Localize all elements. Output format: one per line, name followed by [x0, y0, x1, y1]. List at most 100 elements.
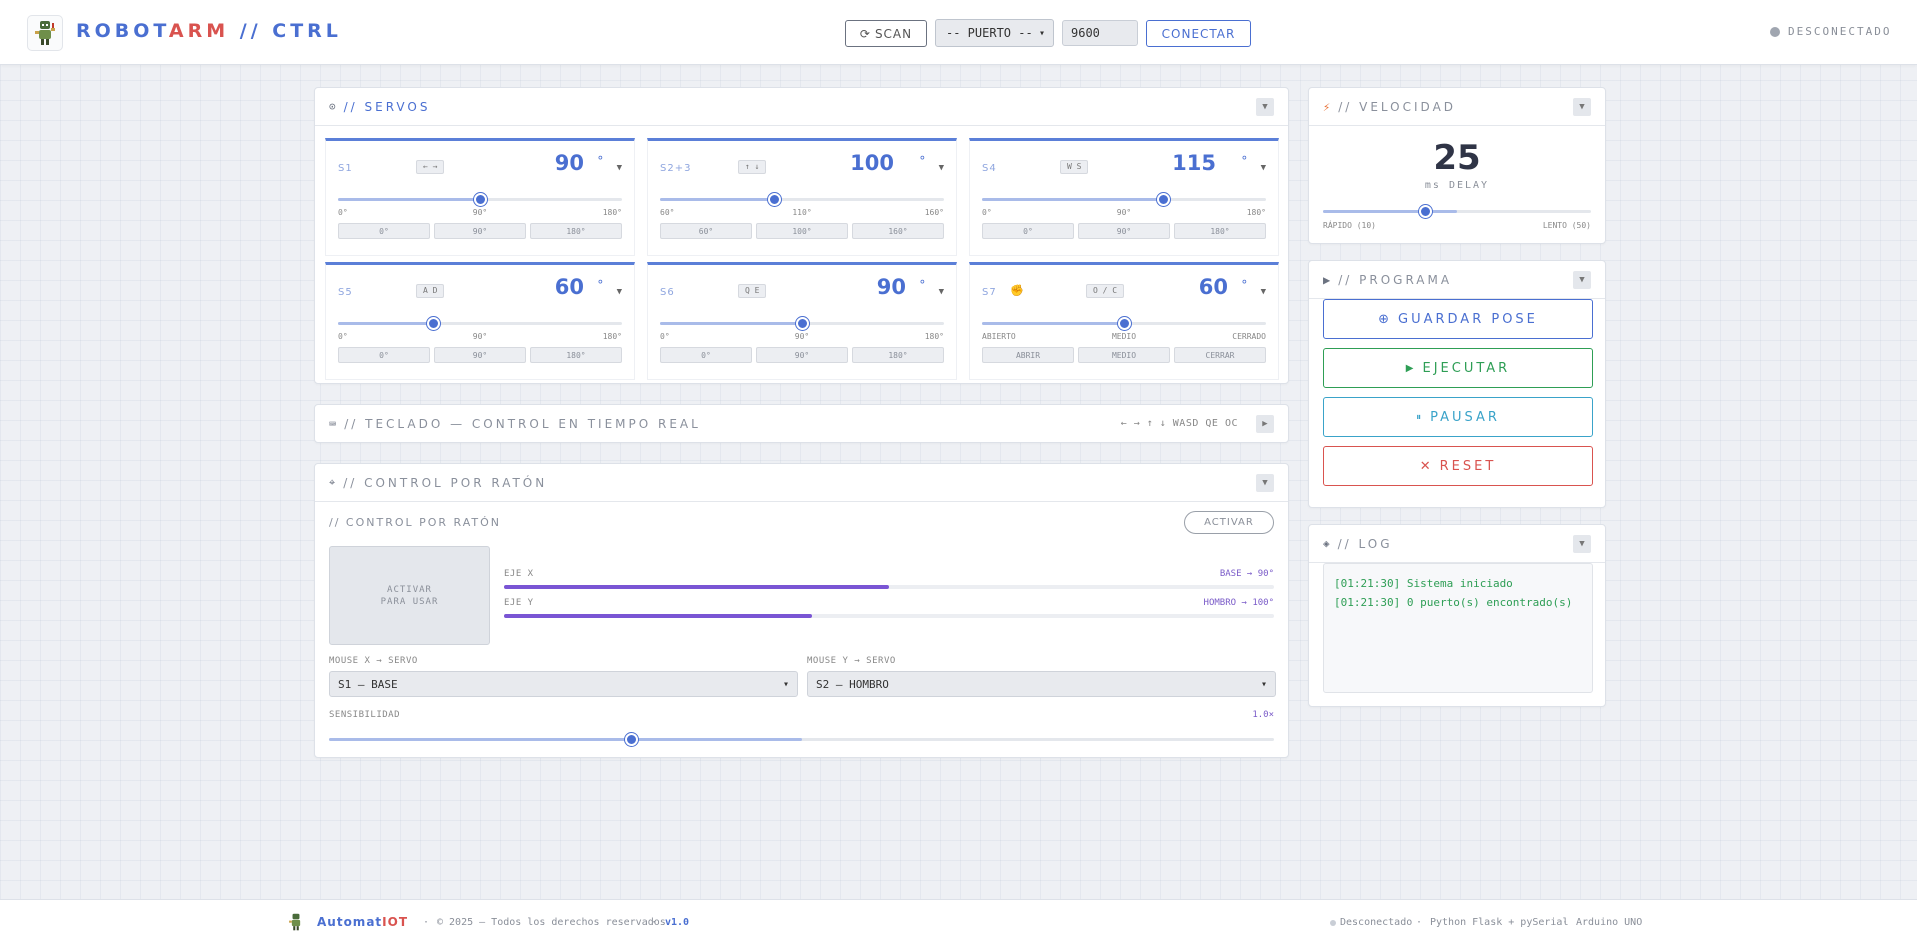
reset-button[interactable]: ✕ RESET — [1323, 446, 1593, 486]
servo-name: S6 — [660, 287, 675, 298]
baud-rate-input[interactable]: 9600 — [1062, 20, 1138, 46]
servo-slider-thumb[interactable] — [474, 193, 487, 206]
preset-button[interactable]: 100° — [756, 223, 848, 239]
preset-button[interactable]: MEDIO — [1078, 347, 1170, 363]
collapse-toggle-icon[interactable]: ▼ — [1256, 474, 1274, 492]
preset-button[interactable]: 180° — [852, 347, 944, 363]
save-pose-button[interactable]: ⊕ GUARDAR POSE — [1323, 299, 1593, 339]
servo-unit: ° — [918, 154, 926, 168]
footer-stack: Python Flask + pySerial — [1430, 917, 1569, 928]
servo-slider-thumb[interactable] — [767, 193, 781, 206]
expand-toggle-icon[interactable]: ▶ — [1256, 415, 1274, 433]
preset-button[interactable]: 90° — [434, 223, 526, 239]
port-select[interactable]: -- PUERTO -- ▾ — [935, 19, 1054, 47]
tick-min: 0° — [660, 332, 670, 341]
servo-slider[interactable] — [338, 193, 622, 206]
mouse-title: // CONTROL POR RATÓN — [343, 475, 548, 490]
pause-button[interactable]: ⏸ PAUSAR — [1323, 397, 1593, 437]
tick-mid: 90° — [472, 332, 488, 341]
mouse-y-servo-select[interactable]: S2 — HOMBRO ▾ — [807, 671, 1276, 697]
speed-panel: ⚡ // VELOCIDAD ▼ 25 ms DELAY RÁPIDO (10)… — [1308, 87, 1606, 244]
preset-button[interactable]: 160° — [852, 223, 944, 239]
servo-slider[interactable] — [982, 193, 1266, 206]
run-button[interactable]: ▶ EJECUTAR — [1323, 348, 1593, 388]
servo-name: S5 — [338, 287, 353, 298]
speed-thumb[interactable] — [1418, 205, 1432, 218]
servo-ticks: 60° 110° 160° — [660, 208, 944, 220]
chevron-down-icon[interactable]: ▼ — [939, 163, 944, 173]
servo-slider-thumb[interactable] — [426, 317, 440, 330]
collapse-toggle-icon[interactable]: ▼ — [1256, 98, 1274, 116]
preset-button[interactable]: 90° — [1078, 223, 1170, 239]
footer: AutomatIOT · © 2025 — Todos los derechos… — [0, 899, 1917, 944]
keyboard-panel-header[interactable]: ⌨ // TECLADO — CONTROL EN TIEMPO REAL ← … — [315, 405, 1288, 443]
close-icon: ✕ — [1419, 458, 1434, 474]
servo-slider-thumb[interactable] — [1118, 317, 1131, 330]
servo-unit: ° — [1240, 154, 1248, 168]
chevron-down-icon[interactable]: ▼ — [1261, 287, 1266, 297]
servo-slider[interactable] — [982, 317, 1266, 330]
servo-value: 60 — [554, 275, 584, 299]
mouse-x-servo-select[interactable]: S1 — BASE ▾ — [329, 671, 798, 697]
mouse-pad[interactable]: ACTIVAR PARA USAR — [329, 546, 490, 645]
chevron-down-icon[interactable]: ▼ — [617, 287, 622, 297]
connect-button[interactable]: CONECTAR — [1146, 20, 1251, 47]
servo-name: S1 — [338, 163, 353, 174]
axis-y-label: EJE Y — [504, 598, 534, 608]
servo-name: S2+3 — [660, 163, 692, 174]
robot-logo-icon — [27, 15, 63, 51]
keyboard-panel: ⌨ // TECLADO — CONTROL EN TIEMPO REAL ← … — [314, 404, 1289, 443]
servo-slider[interactable] — [338, 317, 622, 330]
preset-button[interactable]: 60° — [660, 223, 752, 239]
preset-button[interactable]: ABRIR — [982, 347, 1074, 363]
play-icon: ▶ — [1405, 362, 1417, 374]
servo-slider-thumb[interactable] — [796, 317, 809, 330]
gauge-icon: ⊙ — [329, 100, 336, 113]
axis-x-value: BASE → 90° — [1219, 569, 1274, 579]
preset-button[interactable]: 0° — [982, 223, 1074, 239]
chevron-down-icon[interactable]: ▼ — [617, 163, 622, 173]
servo-card-s5: S5 A D 60 ° ▼ 0° 90° 180° 0° 90° 180° — [325, 262, 635, 380]
servo-slider-thumb[interactable] — [1157, 193, 1171, 206]
servo-presets: 0° 90° 180° — [338, 223, 622, 239]
servo-slider[interactable] — [660, 317, 944, 330]
tick-max: 180° — [602, 208, 622, 217]
log-panel-header: ◈ // LOG ▼ — [1309, 525, 1605, 563]
tick-mid: MEDIO — [1111, 332, 1137, 341]
servo-slider[interactable] — [660, 193, 944, 206]
sensitivity-thumb[interactable] — [625, 733, 639, 746]
preset-button[interactable]: 180° — [1174, 223, 1266, 239]
activate-mouse-button[interactable]: ACTIVAR — [1184, 511, 1274, 534]
servo-slider-fill — [338, 322, 433, 325]
chevron-down-icon[interactable]: ▼ — [1261, 163, 1266, 173]
speed-unit: ms DELAY — [1424, 180, 1490, 191]
speed-slider[interactable] — [1323, 205, 1591, 218]
tick-max: 180° — [1246, 208, 1266, 217]
chevron-down-icon[interactable]: ▼ — [939, 287, 944, 297]
collapse-toggle-icon[interactable]: ▼ — [1573, 271, 1591, 289]
servo-card-s4: S4 W S 115 ° ▼ 0° 90° 180° 0° 90° 180° — [969, 138, 1279, 256]
footer-brand: AutomatIOT — [317, 915, 409, 929]
sensitivity-slider[interactable] — [329, 733, 1274, 746]
servo-key-hint: Q E — [738, 284, 767, 298]
preset-button[interactable]: 90° — [434, 347, 526, 363]
status-dot-icon — [1770, 26, 1780, 37]
sensitivity-fill — [329, 738, 802, 741]
footer-board: Arduino UNO — [1576, 917, 1643, 928]
tick-max: CERRADO — [1232, 332, 1266, 341]
servo-card-s1: S1 ← → 90 ° ▼ 0° 90° 180° 0° 90° 180° — [325, 138, 635, 256]
scan-button[interactable]: ⟳ SCAN — [845, 20, 927, 47]
collapse-toggle-icon[interactable]: ▼ — [1573, 98, 1591, 116]
preset-button[interactable]: 0° — [338, 347, 430, 363]
preset-button[interactable]: 0° — [338, 223, 430, 239]
log-output: [01:21:30] Sistema iniciado [01:21:30] 0… — [1323, 563, 1593, 693]
preset-button[interactable]: 0° — [660, 347, 752, 363]
preset-button[interactable]: 180° — [530, 347, 622, 363]
preset-button[interactable]: CERRAR — [1174, 347, 1266, 363]
servo-slider-fill — [982, 322, 1124, 325]
servo-value: 90 — [554, 151, 584, 175]
preset-button[interactable]: 90° — [756, 347, 848, 363]
footer-copyright: © 2025 — Todos los derechos reservados — [437, 917, 666, 928]
preset-button[interactable]: 180° — [530, 223, 622, 239]
collapse-toggle-icon[interactable]: ▼ — [1573, 535, 1591, 553]
